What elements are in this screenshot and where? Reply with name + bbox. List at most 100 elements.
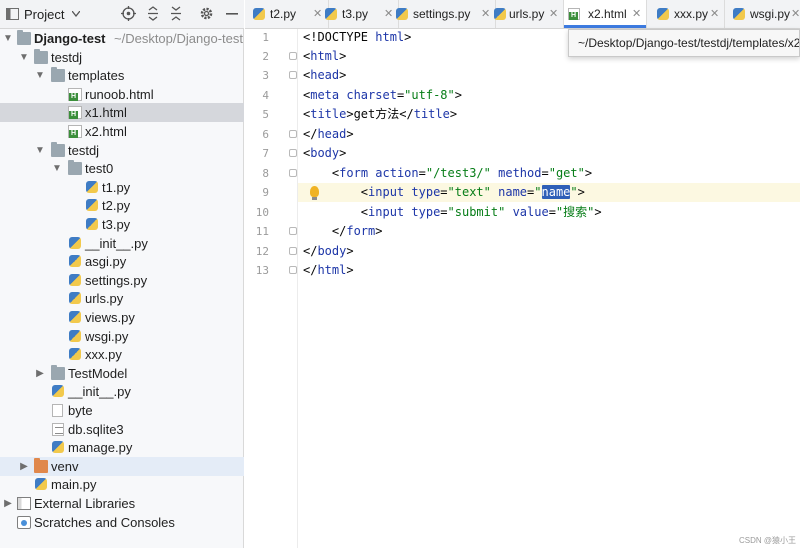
collapse-all-icon[interactable] [169,6,183,21]
fold-marker-icon[interactable] [289,247,297,255]
tree-item-external-libraries[interactable]: ▶ External Libraries [0,494,244,513]
chevron-down-icon[interactable]: ▼ [34,66,46,85]
close-icon[interactable]: ✕ [549,0,558,28]
fold-marker-icon[interactable] [289,266,297,274]
tree-item-label: settings.py [85,273,148,288]
locate-icon[interactable] [121,6,136,21]
close-icon[interactable]: ✕ [791,0,800,28]
tab-label: settings.py [413,7,471,21]
tree-item-file[interactable]: wsgi.py [0,327,244,346]
tab-urls-py[interactable]: urls.py ✕ [494,0,564,28]
tree-item-scratches[interactable]: Scratches and Consoles [0,513,244,532]
tree-item-file[interactable]: __init__.py [0,234,244,253]
tree-item-file[interactable]: settings.py [0,271,244,290]
chevron-right-icon[interactable]: ▶ [18,457,30,476]
hide-icon[interactable] [226,13,238,16]
chevron-right-icon[interactable]: ▶ [2,494,14,513]
code-editor[interactable]: <!DOCTYPE html> <html> <head> <meta char… [298,29,800,548]
fold-marker-icon[interactable] [289,149,297,157]
tab-t2-py[interactable]: t2.py ✕ [245,0,329,28]
fold-marker-icon[interactable] [289,227,297,235]
tree-item-file[interactable]: main.py [0,475,244,494]
fold-marker-icon[interactable] [289,52,297,60]
tree-item-label: __init__.py [85,236,148,251]
python-file-icon [86,218,98,230]
close-icon[interactable]: ✕ [313,0,322,28]
line-number: 11 [255,225,269,238]
python-file-icon [52,441,64,453]
tree-item-label: manage.py [68,440,133,455]
python-file-icon [396,8,408,20]
expand-all-icon[interactable] [146,6,160,21]
tree-item-file[interactable]: runoob.html [0,85,244,104]
folder-icon [51,67,65,82]
fold-marker-icon[interactable] [289,130,297,138]
tree-item-file[interactable]: manage.py [0,438,244,457]
python-file-icon [86,199,98,211]
tree-item-file[interactable]: __init__.py [0,382,244,401]
project-view-icon[interactable] [6,8,19,20]
tree-item-label: byte [68,403,93,418]
python-file-icon [494,8,506,20]
tree-item-folder[interactable]: ▼ testdj [0,141,244,160]
python-file-icon [69,237,81,249]
tab-t3-py[interactable]: t3.py ✕ [325,0,399,28]
tree-item-root[interactable]: ▼ Django-test ~/Desktop/Django-test [0,29,244,48]
tree-item-file[interactable]: asgi.py [0,252,244,271]
tree-item-file-selected[interactable]: x1.html [0,103,244,122]
tree-item-label: venv [51,459,79,474]
close-icon[interactable]: ✕ [710,0,719,28]
tree-item-label: wsgi.py [85,329,129,344]
selected-text[interactable]: name [541,185,571,199]
tab-wsgi-py[interactable]: wsgi.py ✕ [725,0,800,28]
tree-item-folder[interactable]: ▼ test0 [0,159,244,178]
fold-marker-icon[interactable] [289,71,297,79]
tab-settings-py[interactable]: settings.py ✕ [396,0,496,28]
chevron-down-icon[interactable]: ▼ [18,48,30,67]
line-number: 9 [262,186,269,199]
chevron-down-icon[interactable]: ▼ [34,141,46,160]
tree-item-label: TestModel [68,366,128,381]
chevron-down-icon[interactable]: ▼ [51,159,63,178]
tree-item-file[interactable]: db.sqlite3 [0,420,244,439]
tab-x2-html[interactable]: x2.html ✕ [564,0,647,28]
editor-tab-bar: t2.py ✕ t3.py ✕ settings.py ✕ urls.py ✕ … [245,0,800,29]
chevron-down-icon[interactable]: ▼ [2,29,14,48]
tree-item-folder[interactable]: ▶ TestModel [0,364,244,383]
tree-item-path-hint: ~/Desktop/Django-test [114,31,243,46]
scratch-icon [17,516,31,529]
chevron-right-icon[interactable]: ▶ [34,364,46,383]
dropdown-chevron-icon[interactable] [72,11,80,17]
tree-item-folder[interactable]: ▼ testdj [0,48,244,67]
python-file-icon [733,8,745,20]
html-file-icon [68,125,82,138]
tree-item-file[interactable]: t1.py [0,178,244,197]
close-icon[interactable]: ✕ [481,0,490,28]
tree-item-file[interactable]: t3.py [0,215,244,234]
editor-gutter: 1 2 3 4 5 6 7 8 9 10 11 12 13 [245,29,298,548]
project-panel-title[interactable]: Project [24,7,64,22]
close-icon[interactable]: ✕ [632,0,641,28]
line-number: 7 [262,147,269,160]
line-number: 12 [255,245,269,258]
gear-icon[interactable] [199,6,214,21]
tree-item-file[interactable]: urls.py [0,289,244,308]
tree-item-file[interactable]: byte [0,401,244,420]
tree-item-folder[interactable]: ▼ templates [0,66,244,85]
tab-label: xxx.py [674,7,709,21]
html-file-icon [68,88,82,101]
tree-item-label: External Libraries [34,496,136,511]
fold-marker-icon[interactable] [289,169,297,177]
tab-xxx-py[interactable]: xxx.py ✕ [647,0,725,28]
watermark: CSDN @猿小王 [738,536,796,545]
tree-item-file[interactable]: xxx.py [0,345,244,364]
tree-item-file[interactable]: t2.py [0,196,244,215]
tree-item-folder[interactable]: ▶ venv [0,457,244,476]
line-number: 13 [255,264,269,277]
close-icon[interactable]: ✕ [384,0,393,28]
folder-icon [68,160,82,175]
tree-item-file[interactable]: x2.html [0,122,244,141]
tree-item-file[interactable]: views.py [0,308,244,327]
database-file-icon [52,423,64,436]
line-number: 3 [262,69,269,82]
